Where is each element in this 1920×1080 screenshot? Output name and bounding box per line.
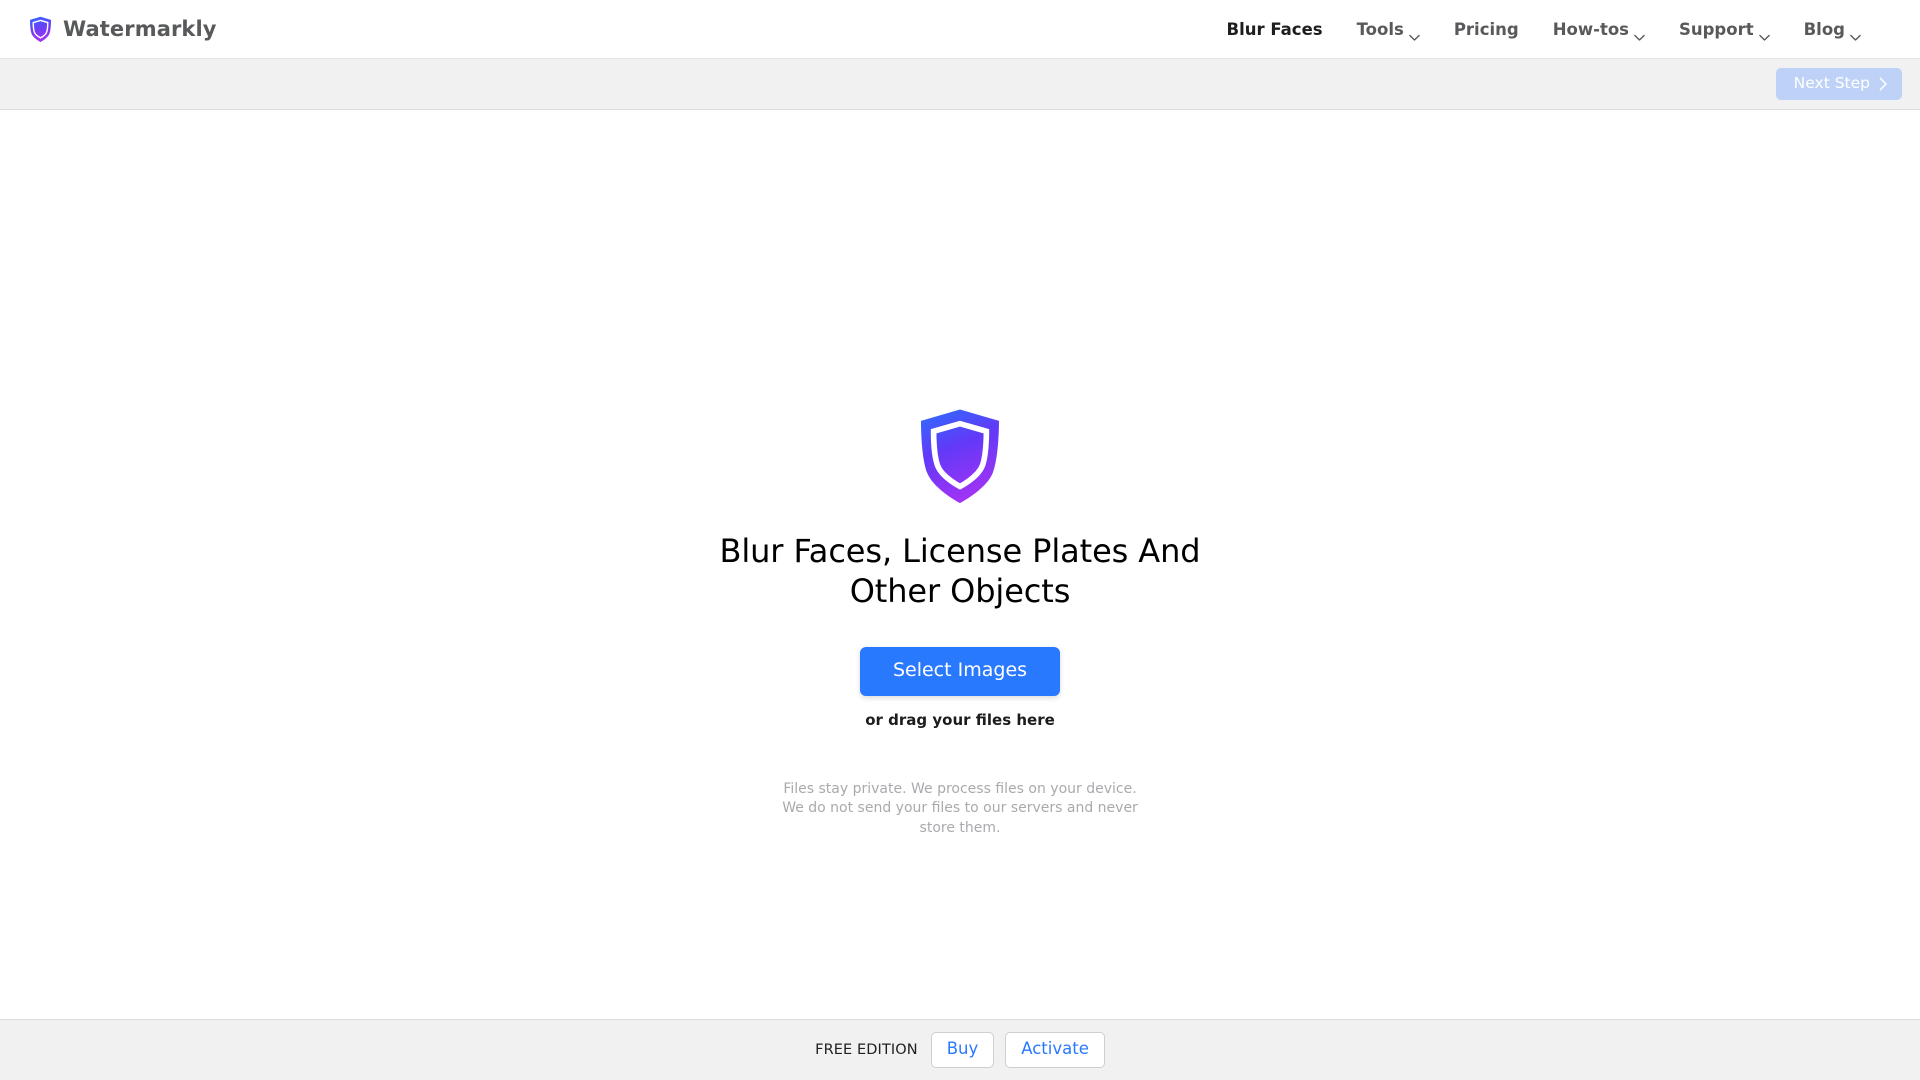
site-header: Watermarkly Blur Faces Tools Pricing How… [0,0,1920,59]
nav-item-how-tos[interactable]: How-tos [1536,19,1662,41]
chevron-down-icon [1850,27,1861,41]
drag-files-hint: or drag your files here [865,710,1055,729]
nav-item-tools[interactable]: Tools [1340,19,1437,41]
brand-name: Watermarkly [63,17,217,41]
next-step-label: Next Step [1793,73,1870,92]
nav-item-blog[interactable]: Blog [1787,19,1878,41]
edition-label: FREE EDITION [815,1042,918,1058]
chevron-down-icon [1634,27,1645,41]
shield-icon [916,405,1004,531]
buy-button[interactable]: Buy [930,1031,995,1069]
nav-item-blur-faces[interactable]: Blur Faces [1210,20,1340,39]
file-drop-area[interactable]: Blur Faces, License Plates And Other Obj… [0,110,1920,1019]
nav-item-support[interactable]: Support [1662,19,1787,41]
nav-item-label: Tools [1356,19,1404,39]
activate-button[interactable]: Activate [1005,1031,1105,1069]
privacy-note: Files stay private. We process files on … [782,780,1138,837]
site-footer: FREE EDITION Buy Activate [0,1019,1920,1080]
nav-item-label: Support [1678,19,1754,39]
next-step-button[interactable]: Next Step [1775,67,1902,101]
page-title: Blur Faces, License Plates And Other Obj… [719,532,1201,611]
main-nav: Blur Faces Tools Pricing How-tos Support… [1210,19,1879,41]
shield-icon [28,16,53,43]
editor-toolbar: Next Step [0,59,1920,110]
nav-item-pricing[interactable]: Pricing [1437,20,1536,39]
select-images-button[interactable]: Select Images [859,646,1061,696]
nav-item-label: Pricing [1453,19,1519,39]
nav-item-label: Blog [1803,19,1845,39]
app-root: Watermarkly Blur Faces Tools Pricing How… [0,0,1920,1080]
chevron-down-icon [1409,27,1420,41]
chevron-down-icon [1758,27,1770,41]
nav-item-label: Blur Faces [1226,19,1323,39]
nav-item-label: How-tos [1552,19,1629,39]
brand-logo-link[interactable]: Watermarkly [28,16,217,43]
chevron-right-icon [1879,77,1888,91]
